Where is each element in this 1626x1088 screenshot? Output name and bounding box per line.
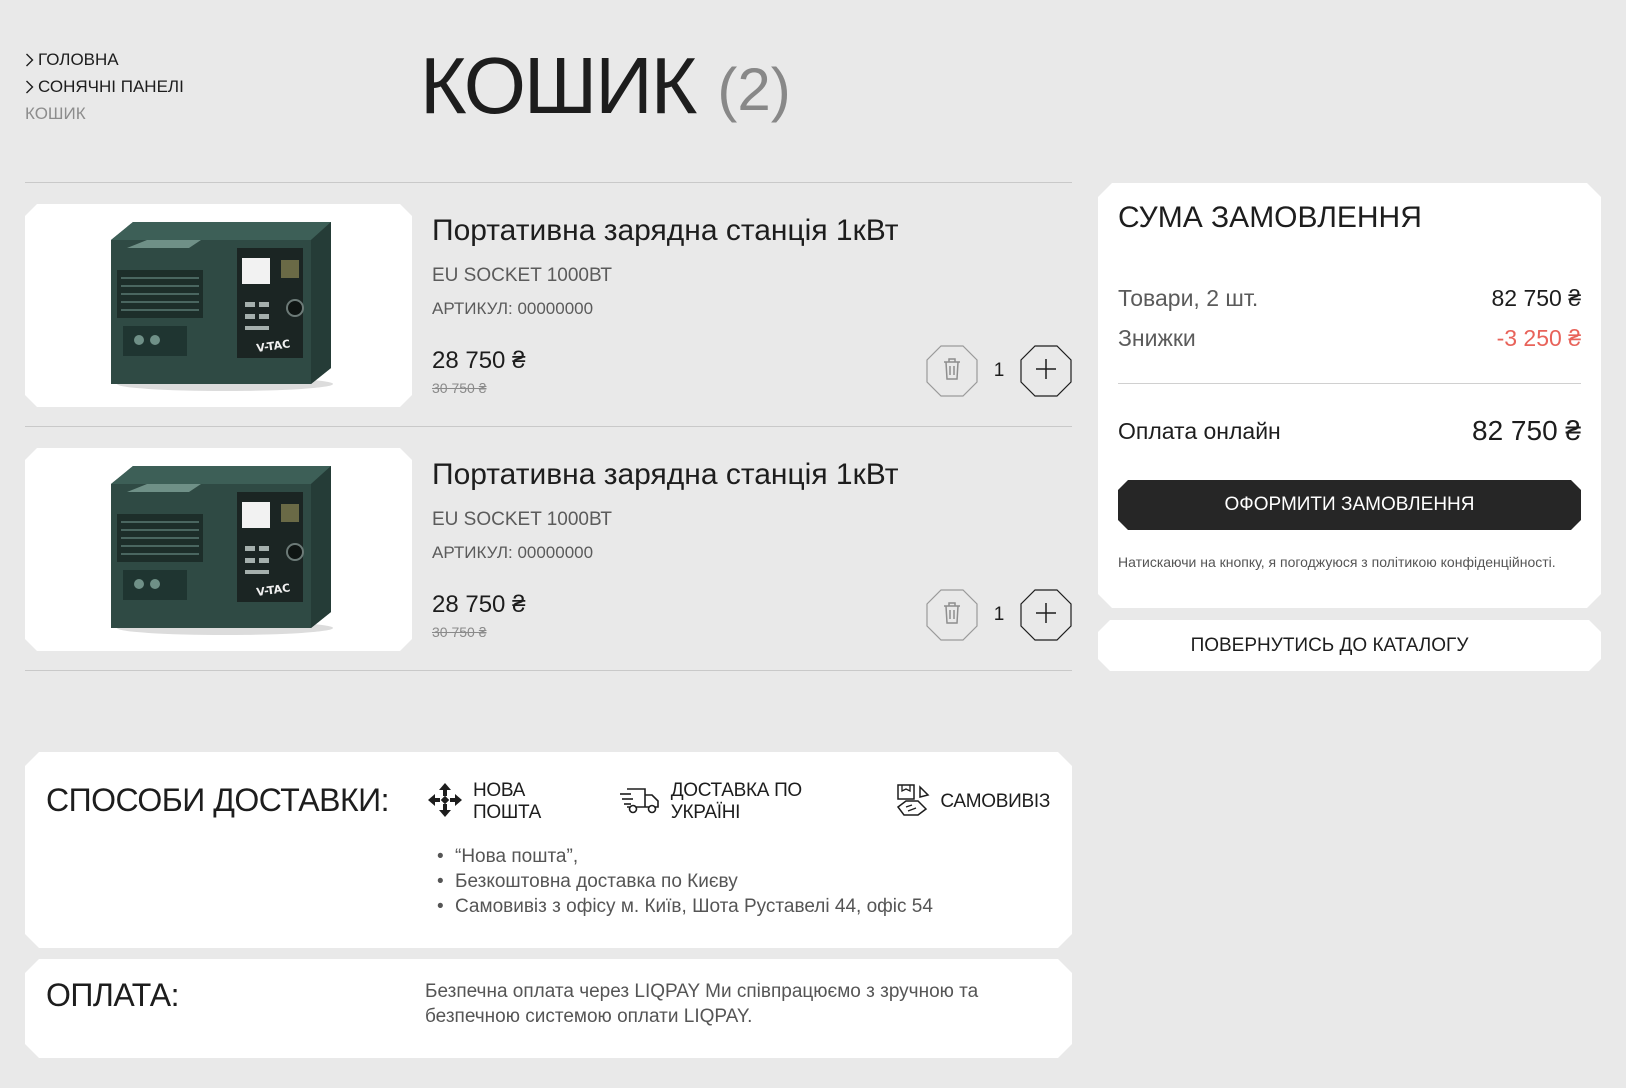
product-variant: EU SOCKET 1000ВТ — [432, 509, 613, 530]
product-image[interactable]: V-TAC — [25, 204, 412, 407]
delivery-notes: “Нова пошта”, Безкоштовна доставка по Ки… — [437, 844, 933, 919]
summary-divider — [1118, 383, 1581, 384]
product-sku: АРТИКУЛ: 00000000 — [432, 299, 594, 318]
product-variant: EU SOCKET 1000ВТ — [432, 265, 613, 286]
discount-label: Знижки — [1118, 325, 1196, 351]
truck-icon — [619, 785, 661, 820]
breadcrumb-current: КОШИК — [25, 104, 86, 123]
payment-title: ОПЛАТА: — [46, 977, 179, 1013]
breadcrumb-label: ГОЛОВНА — [38, 50, 119, 69]
product-old-price: 30 750 ₴ — [432, 380, 487, 396]
delivery-note: Самовивіз з офісу м. Київ, Шота Руставел… — [437, 894, 933, 919]
quantity-stepper: 1 — [926, 345, 1072, 397]
order-summary: СУМА ЗАМОВЛЕННЯ Товари, 2 шт. 82 750 ₴ З… — [1098, 183, 1601, 608]
delivery-method-nova-poshta: НОВА ПОШТА — [427, 780, 597, 824]
goods-row: Товари, 2 шт. 82 750 ₴ — [1118, 285, 1581, 312]
page-title-text: КОШИК — [420, 41, 697, 130]
delivery-method-pickup: САМОВИВІЗ — [896, 783, 1050, 822]
power-station-illustration: V-TAC — [105, 462, 341, 638]
cart-count: (2) — [717, 56, 791, 123]
quantity-value: 1 — [993, 360, 1005, 381]
discount-value: -3 250 ₴ — [1496, 325, 1581, 351]
summary-title: СУМА ЗАМОВЛЕННЯ — [1118, 201, 1422, 234]
goods-label: Товари, 2 шт. — [1118, 285, 1259, 311]
breadcrumb: ГОЛОВНА СОНЯЧНІ ПАНЕЛІ КОШИК — [25, 46, 184, 127]
online-payment-row: Оплата онлайн 82 750 ₴ — [1118, 415, 1581, 447]
delivery-method-label: САМОВИВІЗ — [940, 791, 1050, 812]
breadcrumb-label: СОНЯЧНІ ПАНЕЛІ — [38, 77, 184, 96]
back-to-catalog-button[interactable]: ПОВЕРНУТИСЬ ДО КАТАЛОГУ — [1098, 620, 1601, 671]
page-title: КОШИК (2) — [420, 36, 791, 140]
delivery-methods: НОВА ПОШТА ДОСТАВКА ПО УКРАЇНІ САМОВИВІЗ — [427, 780, 1072, 824]
delivery-note: Безкоштовна доставка по Києву — [437, 869, 933, 894]
remove-item-button[interactable] — [926, 345, 978, 397]
delivery-title: СПОСОБИ ДОСТАВКИ: — [46, 782, 389, 818]
nova-poshta-icon — [427, 782, 463, 823]
remove-item-button[interactable] — [926, 589, 978, 641]
chevron-right-icon — [25, 80, 38, 94]
privacy-agreement-note: Натискаючи на кнопку, я погоджуюся з пол… — [1118, 554, 1556, 570]
cart-item: V-TAC Портативна зарядна станція 1кВт EU… — [25, 427, 1072, 671]
product-image[interactable]: V-TAC — [25, 448, 412, 651]
product-old-price: 30 750 ₴ — [432, 624, 487, 640]
delivery-method-label: ДОСТАВКА ПО УКРАЇНІ — [670, 780, 802, 823]
payment-panel: ОПЛАТА: Безпечна оплата через LIQPAY Ми … — [25, 959, 1072, 1058]
product-title[interactable]: Портативна зарядна станція 1кВт — [432, 213, 899, 249]
discount-row: Знижки -3 250 ₴ — [1118, 325, 1581, 352]
product-sku: АРТИКУЛ: 00000000 — [432, 543, 594, 562]
delivery-panel: СПОСОБИ ДОСТАВКИ: НОВА ПОШТА ДОСТАВКА ПО… — [25, 752, 1072, 948]
breadcrumb-link-solar-panels[interactable]: СОНЯЧНІ ПАНЕЛІ — [25, 73, 184, 100]
increase-quantity-button[interactable] — [1020, 589, 1072, 641]
payment-description: Безпечна оплата через LIQPAY Ми співпрац… — [425, 981, 979, 1027]
product-price: 28 750 ₴ — [432, 591, 526, 618]
delivery-note: “Нова пошта”, — [437, 844, 933, 869]
power-station-illustration: V-TAC — [105, 218, 341, 394]
cart-item: V-TAC Портативна зарядна станція 1кВт EU… — [25, 183, 1072, 427]
chevron-right-icon — [25, 53, 38, 67]
delivery-method-ukraine: ДОСТАВКА ПО УКРАЇНІ — [619, 780, 875, 824]
quantity-stepper: 1 — [926, 589, 1072, 641]
breadcrumb-link-home[interactable]: ГОЛОВНА — [25, 46, 184, 73]
product-price: 28 750 ₴ — [432, 347, 526, 374]
goods-value: 82 750 ₴ — [1491, 285, 1581, 311]
checkout-button[interactable]: ОФОРМИТИ ЗАМОВЛЕННЯ — [1118, 480, 1581, 530]
cart-list: V-TAC Портативна зарядна станція 1кВт EU… — [25, 182, 1072, 671]
online-payment-total: 82 750 ₴ — [1472, 415, 1581, 446]
product-title[interactable]: Портативна зарядна станція 1кВт — [432, 457, 899, 493]
online-payment-label: Оплата онлайн — [1118, 417, 1281, 444]
quantity-value: 1 — [993, 604, 1005, 625]
increase-quantity-button[interactable] — [1020, 345, 1072, 397]
delivery-method-label: НОВА ПОШТА — [473, 780, 541, 823]
handover-box-icon — [896, 783, 930, 822]
